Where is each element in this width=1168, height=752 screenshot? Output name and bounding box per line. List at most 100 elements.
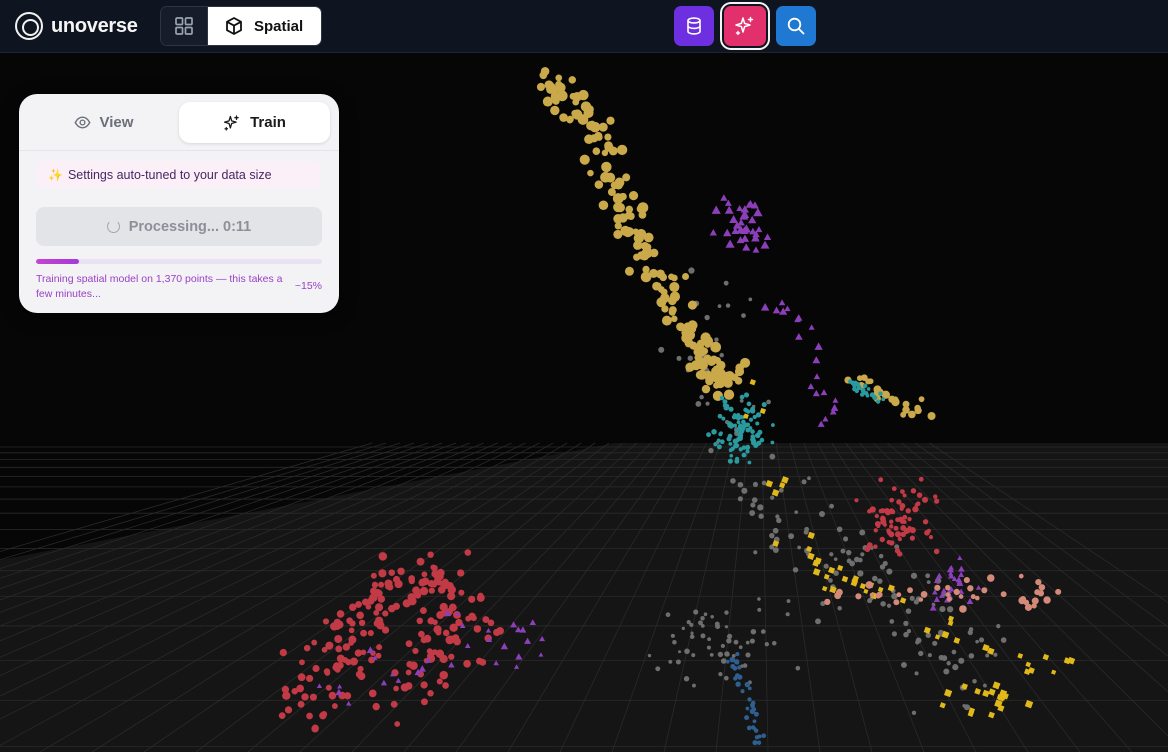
gray-cluster-point	[724, 651, 730, 657]
progress-fill	[36, 259, 79, 264]
red-cluster-point	[428, 587, 435, 594]
red-cluster-point	[418, 630, 425, 638]
gray-cluster-point	[786, 599, 791, 603]
gold-cluster-point	[669, 281, 680, 293]
gray-cluster-point	[730, 478, 736, 484]
gold-cluster-point	[654, 282, 662, 290]
gold-cluster-point	[713, 382, 720, 389]
teal-cluster-point	[719, 431, 723, 436]
teal-cluster-point	[752, 439, 757, 444]
red-cluster-point	[473, 625, 482, 633]
purple-cluster-point	[752, 246, 760, 253]
sparkles-icon	[224, 114, 239, 131]
gray-cluster-point	[717, 651, 724, 658]
purple-cluster-point	[729, 215, 739, 224]
gray-cluster-point	[688, 267, 695, 274]
gray-cluster-point	[975, 639, 979, 644]
gold-cluster-point	[628, 191, 639, 201]
red-cluster-point	[900, 489, 905, 494]
database-button[interactable]	[674, 6, 714, 46]
gray-cluster-point	[829, 552, 834, 557]
gray-cluster-point	[905, 608, 912, 614]
gray-cluster-point	[877, 578, 883, 584]
salmon-cluster-point	[865, 581, 874, 589]
salmon-cluster-point	[1055, 588, 1062, 595]
blue-cluster-point	[752, 719, 757, 724]
red-cluster-point	[463, 659, 471, 668]
red-cluster-point	[880, 518, 887, 525]
salmon-cluster-point	[893, 599, 900, 606]
red-cluster-point	[442, 682, 449, 689]
salmon-cluster-point	[1020, 596, 1027, 603]
gray-cluster-point	[770, 495, 775, 500]
tab-view[interactable]: View	[28, 102, 179, 143]
teal-cluster-point	[749, 408, 756, 414]
red-cluster-point	[476, 594, 485, 602]
app-name: unoverse	[51, 14, 138, 37]
gold-cluster-point	[691, 360, 702, 371]
red-cluster-point	[372, 702, 380, 711]
gray-cluster-point	[879, 564, 886, 570]
purple-cluster-point	[820, 389, 828, 396]
gray-cluster-point	[741, 487, 748, 494]
teal-cluster-point	[862, 383, 868, 389]
red-cluster-point	[867, 509, 872, 514]
gold-cluster-point	[740, 357, 751, 368]
gold-cluster-point	[613, 180, 624, 190]
blue-cluster-point	[737, 665, 742, 670]
gray-cluster-point	[963, 704, 971, 711]
grid-view-button[interactable]	[161, 7, 208, 45]
purple-cluster-point	[749, 227, 757, 235]
red-cluster-point	[427, 551, 434, 558]
teal-cluster-point	[724, 403, 730, 410]
teal-cluster-point	[875, 399, 881, 404]
salmon-cluster-point	[875, 593, 881, 599]
red-cluster-point	[921, 496, 929, 503]
salmon-cluster-point	[967, 585, 974, 592]
red-cluster-point	[458, 589, 465, 596]
gray-cluster-point	[757, 607, 762, 612]
search-button[interactable]	[776, 6, 816, 46]
salmon-cluster-point	[1038, 584, 1046, 591]
gray-cluster-point	[886, 568, 893, 575]
teal-cluster-point	[711, 429, 717, 435]
gray-cluster-point	[751, 497, 758, 503]
teal-cluster-point	[720, 439, 725, 445]
gold-cluster-point	[594, 180, 604, 189]
gray-cluster-point	[909, 595, 915, 601]
brand[interactable]: unoverse	[15, 12, 138, 40]
gold-cluster-point	[600, 171, 611, 183]
teal-cluster-point	[757, 429, 763, 435]
teal-cluster-point	[852, 383, 857, 388]
purple-cluster-point	[724, 205, 734, 214]
gray-cluster-point	[723, 280, 729, 286]
gold-cluster-point	[716, 368, 726, 378]
spatial-view-button[interactable]: Spatial	[208, 7, 322, 45]
red-cluster-point	[903, 529, 909, 535]
red-cluster-point	[439, 670, 449, 680]
teal-cluster-point	[739, 427, 745, 433]
red-cluster-point	[334, 635, 343, 644]
gold-cluster-point	[592, 147, 601, 156]
gray-cluster-point	[840, 548, 846, 554]
teal-cluster-point	[865, 393, 870, 398]
tab-train[interactable]: Train	[179, 102, 330, 143]
blue-cluster-point	[747, 686, 752, 691]
purple-cluster-point	[742, 243, 751, 251]
gold-cluster-point	[606, 116, 615, 125]
train-button[interactable]	[724, 6, 766, 46]
red-cluster-point	[468, 595, 476, 603]
gray-cluster-point	[860, 552, 865, 557]
red-cluster-point	[321, 646, 328, 653]
gray-cluster-point	[952, 664, 959, 671]
blue-cluster-point	[752, 740, 758, 746]
gray-cluster-point	[725, 303, 731, 308]
auto-tune-hint: ✨ Settings auto-tuned to your data size	[36, 161, 321, 188]
teal-cluster-point	[881, 397, 886, 402]
teal-cluster-point	[727, 423, 732, 428]
gold-cluster-point	[633, 253, 641, 261]
gray-cluster-point	[709, 652, 714, 657]
teal-cluster-point	[755, 421, 760, 426]
purple-cluster-point	[822, 415, 829, 422]
red-cluster-point	[899, 519, 905, 525]
